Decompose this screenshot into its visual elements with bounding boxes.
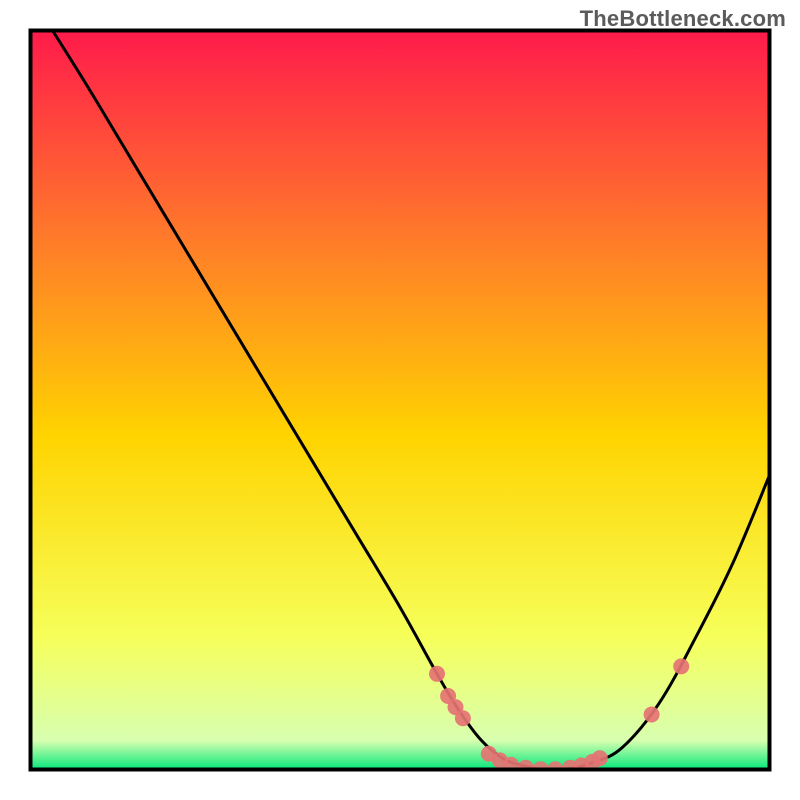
chart-container: TheBottleneck.com — [0, 0, 800, 800]
bottleneck-chart — [0, 0, 800, 800]
watermark-text: TheBottleneck.com — [580, 6, 786, 32]
